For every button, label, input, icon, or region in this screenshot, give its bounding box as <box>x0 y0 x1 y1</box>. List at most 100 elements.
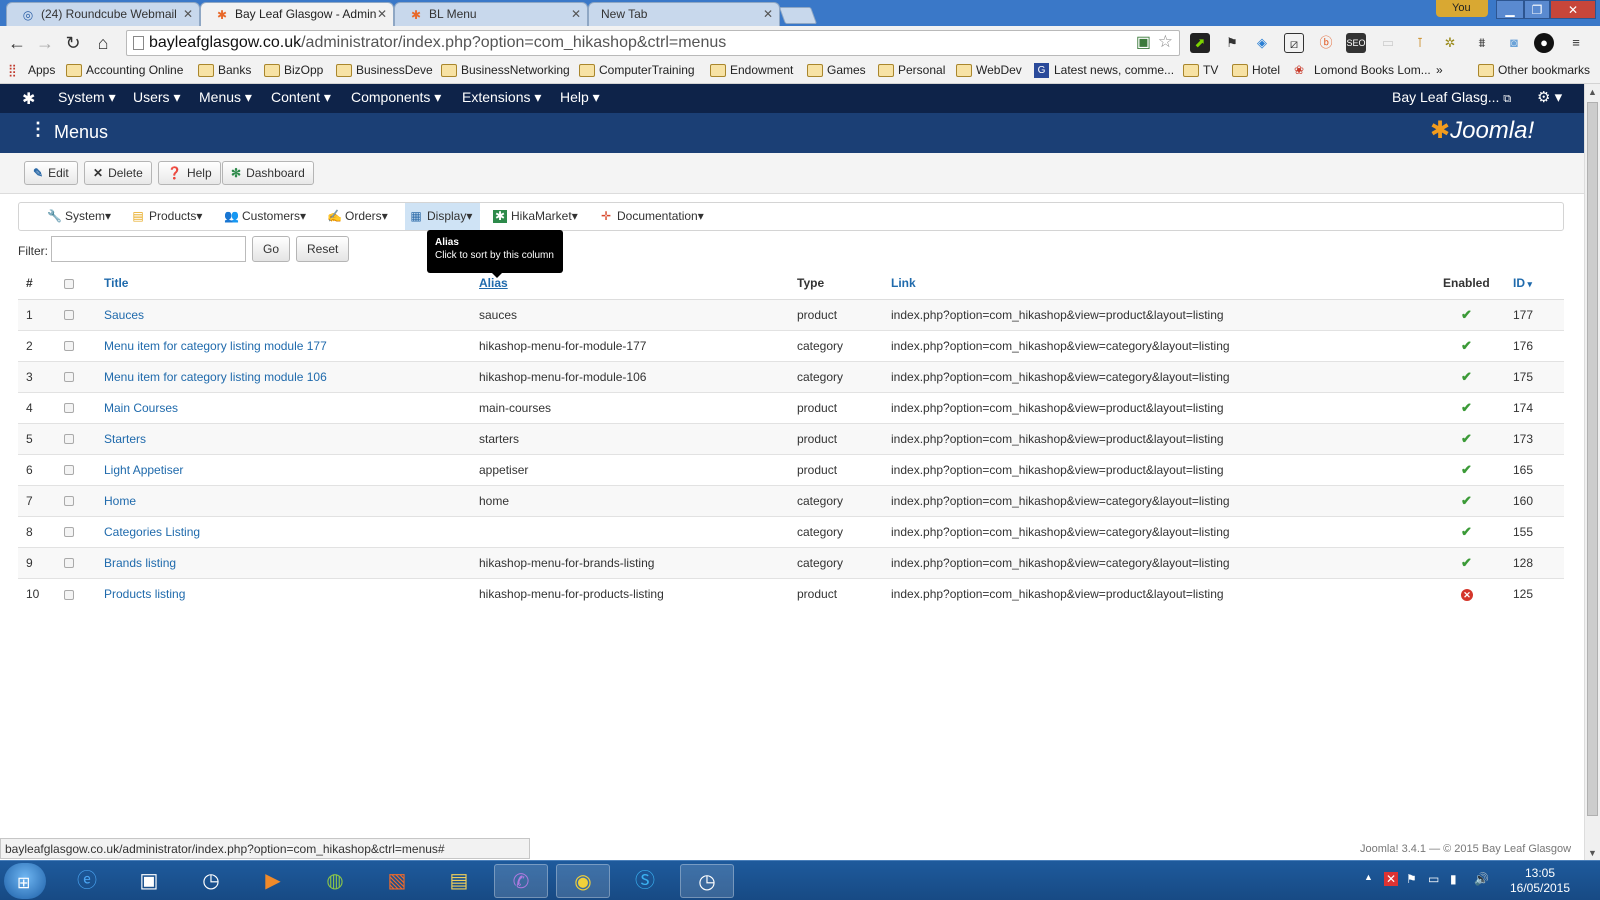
bookmark-businessnetworking[interactable]: BusinessNetworking <box>441 63 570 77</box>
sort-alias-link[interactable]: Alias <box>479 276 508 290</box>
delete-button[interactable]: ✕ Delete <box>84 161 152 185</box>
archive-app-icon[interactable]: ▧ <box>370 864 424 898</box>
bookmark-businessdeve[interactable]: BusinessDeve <box>336 63 433 77</box>
bookmark-lomond-books[interactable]: ❀ Lomond Books Lom... <box>1294 63 1431 77</box>
row-title-link[interactable]: Home <box>104 494 136 508</box>
nav-content[interactable]: Content ▾ <box>271 89 331 106</box>
tab-bl-menu[interactable]: ✱ BL Menu ✕ <box>394 2 588 26</box>
power-icon[interactable]: ▮ <box>1450 872 1457 886</box>
profile-button[interactable]: You <box>1436 0 1488 17</box>
row-checkbox[interactable] <box>64 496 74 507</box>
enabled-check-icon[interactable]: ✔ <box>1461 555 1472 570</box>
vertical-scrollbar[interactable]: ▲ ▼ <box>1584 84 1600 864</box>
col-id[interactable]: ID ▾ <box>1505 268 1564 300</box>
row-title-link[interactable]: Menu item for category listing module 10… <box>104 370 327 384</box>
tab-bay-leaf-admin[interactable]: ✱ Bay Leaf Glasgow - Admin ✕ <box>200 2 394 26</box>
enabled-check-icon[interactable]: ✔ <box>1461 369 1472 384</box>
enabled-check-icon[interactable]: ✔ <box>1461 524 1472 539</box>
select-all-checkbox[interactable] <box>64 279 74 290</box>
submenu-display[interactable]: ▦ Display▾ <box>405 203 481 230</box>
row-checkbox[interactable] <box>64 310 74 321</box>
bookmark-endowment[interactable]: Endowment <box>710 63 793 77</box>
extension-icon-7[interactable]: ▭ <box>1378 33 1398 53</box>
edit-button[interactable]: ✎ Edit <box>24 161 78 185</box>
extension-icon-1[interactable]: ⬈ <box>1190 33 1210 53</box>
disabled-x-icon[interactable]: ✕ <box>1461 588 1473 601</box>
viber-icon[interactable]: ✆ <box>494 864 548 898</box>
internet-explorer-icon[interactable]: ⓔ <box>60 864 114 898</box>
start-button[interactable]: ⊞ <box>4 863 46 899</box>
bookmark-personal[interactable]: Personal <box>878 63 945 77</box>
bookmark-computertraining[interactable]: ComputerTraining <box>579 63 695 77</box>
bookmark-apps[interactable]: ⣿ Apps <box>8 63 55 77</box>
address-bar[interactable]: bayleafglasgow.co.uk/administrator/index… <box>126 30 1180 56</box>
sort-id-link[interactable]: ID <box>1513 276 1525 290</box>
row-checkbox[interactable] <box>64 558 74 569</box>
extension-icon-9[interactable]: ✲ <box>1440 33 1460 53</box>
scroll-up-icon[interactable]: ▲ <box>1588 87 1597 97</box>
nav-help[interactable]: Help ▾ <box>560 89 600 106</box>
close-icon[interactable]: ✕ <box>183 7 193 21</box>
sort-title-link[interactable]: Title <box>104 276 128 290</box>
window-close-button[interactable]: ✕ <box>1550 0 1596 19</box>
nav-menus[interactable]: Menus ▾ <box>199 89 252 106</box>
tray-x-icon[interactable]: ✕ <box>1384 872 1399 886</box>
close-icon[interactable]: ✕ <box>571 7 581 21</box>
row-title-link[interactable]: Main Courses <box>104 401 178 415</box>
tab-new-tab[interactable]: New Tab ✕ <box>588 2 780 26</box>
file-explorer-icon[interactable]: ▤ <box>432 864 486 898</box>
media-player-icon[interactable]: ▶ <box>246 864 300 898</box>
gear-icon[interactable]: ⚙ ▾ <box>1537 88 1562 106</box>
nav-users[interactable]: Users ▾ <box>133 89 180 106</box>
chrome-icon[interactable]: ◉ <box>556 864 610 898</box>
enabled-check-icon[interactable]: ✔ <box>1461 400 1472 415</box>
row-title-link[interactable]: Products listing <box>104 587 185 601</box>
bookmark-tv[interactable]: TV <box>1183 63 1218 77</box>
row-checkbox[interactable] <box>64 589 74 600</box>
minimize-button[interactable]: ▁ <box>1496 0 1524 19</box>
row-checkbox[interactable] <box>64 465 74 476</box>
joomla-logo-icon[interactable]: ✱ <box>22 89 35 109</box>
chrome-menu-icon[interactable]: ≡ <box>1566 33 1586 53</box>
row-checkbox[interactable] <box>64 341 74 352</box>
extension-icon-3[interactable]: ◈ <box>1252 33 1272 53</box>
nav-system[interactable]: System ▾ <box>58 89 116 106</box>
clock-app-icon[interactable]: ◷ <box>184 864 238 898</box>
back-icon[interactable]: ← <box>6 32 28 54</box>
row-checkbox[interactable] <box>64 527 74 538</box>
row-title-link[interactable]: Brands listing <box>104 556 176 570</box>
bookmark-bizopp[interactable]: BizOpp <box>264 63 323 77</box>
screenshot-icon[interactable]: ▣ <box>1136 32 1151 52</box>
extension-icon-10[interactable]: ⩩ <box>1472 33 1492 53</box>
enabled-check-icon[interactable]: ✔ <box>1461 307 1472 322</box>
close-icon[interactable]: ✕ <box>763 7 773 21</box>
col-title[interactable]: Title <box>96 268 471 300</box>
submenu-customers[interactable]: 👥 Customers▾ <box>220 203 310 230</box>
bookmark-star-icon[interactable]: ☆ <box>1158 32 1173 52</box>
nav-extensions[interactable]: Extensions ▾ <box>462 89 541 106</box>
row-title-link[interactable]: Categories Listing <box>104 525 200 539</box>
app-swirl-icon[interactable]: ◍ <box>308 864 362 898</box>
go-button[interactable]: Go <box>252 236 291 262</box>
scrollbar-thumb[interactable] <box>1587 102 1598 816</box>
tray-expand-icon[interactable]: ▲ <box>1364 872 1373 882</box>
network-icon[interactable]: ▭ <box>1428 872 1439 886</box>
scroll-down-icon[interactable]: ▼ <box>1588 848 1597 858</box>
extension-icon-8[interactable]: ⊺ <box>1410 33 1430 53</box>
row-title-link[interactable]: Menu item for category listing module 17… <box>104 339 327 353</box>
submenu-hikamarket[interactable]: ✱ HikaMarket▾ <box>489 203 582 230</box>
bookmark-webdev[interactable]: WebDev <box>956 63 1022 77</box>
volume-icon[interactable]: 🔊 <box>1474 872 1489 886</box>
reset-button[interactable]: Reset <box>296 236 350 262</box>
skype-icon[interactable]: Ⓢ <box>618 864 672 898</box>
bookmark-latest-news[interactable]: G Latest news, comme... <box>1034 63 1174 78</box>
sort-link-link[interactable]: Link <box>891 276 916 290</box>
filter-input[interactable] <box>51 236 246 262</box>
sticky-notes-icon[interactable]: ▣ <box>122 864 176 898</box>
bookmark-other[interactable]: Other bookmarks <box>1478 63 1590 77</box>
bookmark-games[interactable]: Games <box>807 63 866 77</box>
bookmark-hotel[interactable]: Hotel <box>1232 63 1280 77</box>
maximize-button[interactable]: ❐ <box>1524 0 1550 19</box>
home-icon[interactable]: ⌂ <box>92 32 114 54</box>
submenu-orders[interactable]: ✍ Orders▾ <box>323 203 392 230</box>
